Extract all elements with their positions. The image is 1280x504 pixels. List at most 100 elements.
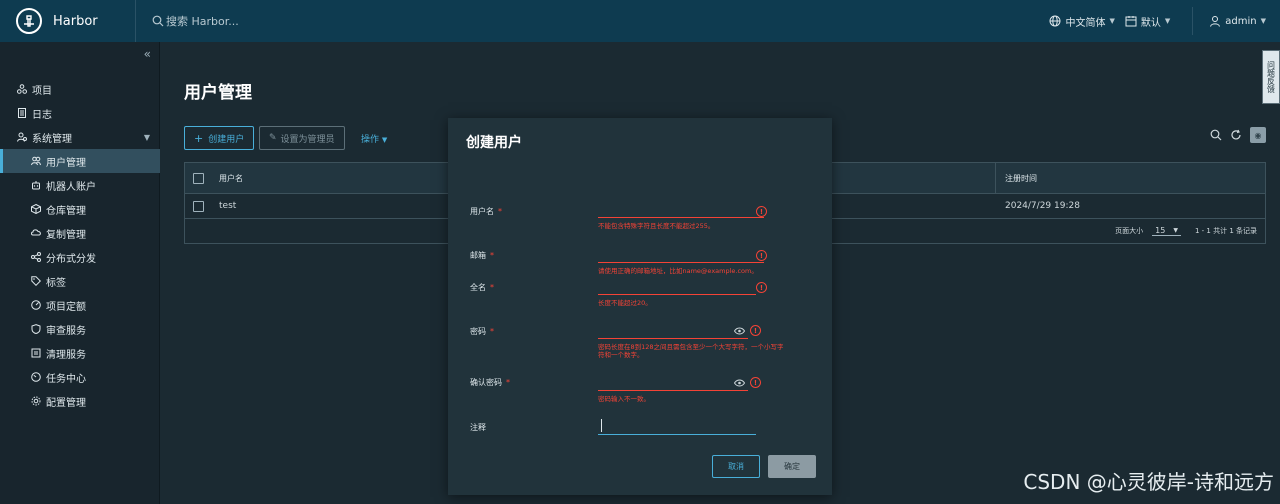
username: admin bbox=[1225, 15, 1257, 27]
select-all-checkbox[interactable] bbox=[193, 172, 204, 184]
email-input[interactable] bbox=[598, 262, 764, 263]
datetime-format-label: 默认 bbox=[1140, 17, 1161, 29]
shield-icon bbox=[31, 324, 41, 334]
sidebar-item-robot-accounts[interactable]: 机器人账户 bbox=[0, 173, 160, 197]
sidebar-item-interrogation-services[interactable]: 审查服务 bbox=[0, 317, 160, 341]
sidebar: « 项目 日志 系统管理 ▼ 用户管理 机器人账户 仓库管理 复制管理 分布式分… bbox=[0, 42, 160, 504]
sidebar-item-label: 复制管理 bbox=[46, 229, 86, 241]
create-user-button[interactable]: + 创建用户 bbox=[184, 126, 255, 150]
set-admin-label: 设置为管理员 bbox=[280, 134, 335, 145]
show-password-icon[interactable] bbox=[734, 327, 745, 335]
sidebar-item-label: 系统管理 bbox=[32, 133, 72, 145]
sidebar-item-configuration[interactable]: 配置管理 bbox=[0, 389, 160, 413]
dialog-title: 创建用户 bbox=[466, 135, 522, 151]
sidebar-item-label: 任务中心 bbox=[46, 373, 86, 385]
chevron-down-icon: ▼ bbox=[1173, 227, 1178, 234]
tag-icon bbox=[31, 276, 41, 286]
error-icon: ! bbox=[756, 206, 767, 217]
text-cursor bbox=[601, 419, 602, 432]
robot-icon bbox=[32, 181, 40, 190]
pagination-summary: 1 - 1 共计 1 条记录 bbox=[1194, 227, 1257, 235]
actions-label: 操作 bbox=[361, 135, 380, 145]
page-size-value: 15 bbox=[1155, 226, 1166, 235]
page-size-label: 页面大小 bbox=[1115, 227, 1144, 235]
sidebar-item-projects[interactable]: 项目 bbox=[0, 77, 160, 101]
language-label: 中文简体 bbox=[1065, 17, 1106, 29]
error-icon: ! bbox=[750, 377, 761, 388]
sidebar-item-replications[interactable]: 复制管理 bbox=[0, 221, 160, 245]
sidebar-item-project-quotas[interactable]: 项目定额 bbox=[0, 293, 160, 317]
datetime-format-selector[interactable]: 默认 ▼ bbox=[1125, 14, 1170, 29]
projects-icon bbox=[17, 84, 27, 94]
chevron-down-icon: ▼ bbox=[1109, 17, 1115, 25]
header-divider bbox=[1192, 7, 1194, 35]
error-icon: ! bbox=[756, 250, 767, 261]
username-error: 不能包含特殊字符且长度不能超过255。 bbox=[598, 222, 715, 230]
column-username[interactable]: 用户名 bbox=[219, 173, 243, 184]
sidebar-item-label: 机器人账户 bbox=[46, 181, 96, 193]
password-label: 密码 * bbox=[470, 327, 494, 336]
user-menu[interactable]: admin ▼ bbox=[1209, 15, 1266, 27]
sidebar-item-label: 标签 bbox=[46, 277, 66, 289]
error-icon: ! bbox=[750, 325, 761, 336]
sidebar-item-users[interactable]: 用户管理 bbox=[0, 149, 160, 173]
confirm-password-label: 确认密码 * bbox=[470, 378, 510, 387]
language-selector[interactable]: 中文简体 ▼ bbox=[1049, 14, 1115, 29]
sidebar-item-clean-up[interactable]: 清理服务 bbox=[0, 341, 160, 365]
harbor-logo-icon bbox=[16, 8, 42, 34]
show-password-icon[interactable] bbox=[734, 379, 745, 387]
watermark: CSDN @心灵彼岸-诗和远方 bbox=[1023, 470, 1274, 494]
chevron-down-icon: ▼ bbox=[1260, 17, 1266, 25]
column-created[interactable]: 注册时间 bbox=[1005, 173, 1037, 184]
password-input[interactable] bbox=[598, 338, 748, 339]
column-divider bbox=[995, 163, 996, 194]
confirm-button[interactable]: 确定 bbox=[768, 455, 816, 478]
chevron-down-icon: ▼ bbox=[143, 132, 150, 142]
sidebar-item-label: 仓库管理 bbox=[46, 205, 86, 217]
page-size-select[interactable]: 15 ▼ bbox=[1152, 226, 1181, 236]
feedback-tab[interactable]: 问题反馈 bbox=[1262, 50, 1280, 104]
user-icon bbox=[1210, 16, 1221, 27]
username-label: 用户名 * bbox=[470, 207, 502, 216]
sidebar-item-label: 分布式分发 bbox=[46, 253, 96, 265]
refresh-icon[interactable] bbox=[1230, 129, 1242, 141]
username-input[interactable] bbox=[598, 217, 764, 218]
sidebar-item-label: 日志 bbox=[32, 109, 52, 121]
sidebar-item-job-service[interactable]: 任务中心 bbox=[0, 365, 160, 389]
comment-label: 注释 bbox=[470, 423, 486, 432]
collapse-sidebar-icon[interactable]: « bbox=[144, 47, 151, 61]
chevron-down-icon: ▼ bbox=[1164, 17, 1171, 25]
brand-logo[interactable]: Harbor bbox=[0, 0, 136, 42]
globe-icon bbox=[1049, 15, 1061, 27]
sidebar-item-admin[interactable]: 系统管理 ▼ bbox=[0, 125, 160, 149]
sidebar-item-label: 配置管理 bbox=[46, 397, 86, 409]
sidebar-item-registries[interactable]: 仓库管理 bbox=[0, 197, 160, 221]
confirm-password-input[interactable] bbox=[598, 390, 748, 391]
search-icon bbox=[152, 15, 164, 27]
comment-input[interactable] bbox=[598, 434, 756, 435]
sidebar-item-logs[interactable]: 日志 bbox=[0, 101, 160, 125]
global-search[interactable]: 搜索 Harbor... bbox=[152, 13, 239, 29]
search-placeholder: 搜索 Harbor... bbox=[166, 15, 239, 28]
sidebar-item-label: 项目 bbox=[32, 85, 52, 97]
cancel-button[interactable]: 取消 bbox=[712, 455, 760, 478]
confirm-password-error: 密码输入不一致。 bbox=[598, 395, 650, 403]
quota-icon bbox=[31, 300, 41, 310]
row-checkbox[interactable] bbox=[193, 200, 204, 212]
sidebar-item-distribution[interactable]: 分布式分发 bbox=[0, 245, 160, 269]
email-label: 邮箱 * bbox=[470, 251, 494, 260]
sidebar-item-labels[interactable]: 标签 bbox=[0, 269, 160, 293]
create-user-label: 创建用户 bbox=[208, 134, 245, 145]
avatar-icon[interactable]: ◉ bbox=[1250, 127, 1266, 143]
sidebar-item-label: 项目定额 bbox=[46, 301, 86, 313]
sidebar-item-label: 清理服务 bbox=[46, 349, 86, 361]
plus-icon: + bbox=[194, 131, 204, 145]
cell-created: 2024/7/29 19:28 bbox=[1005, 201, 1080, 211]
search-icon[interactable] bbox=[1210, 129, 1222, 141]
fullname-error: 长度不能超过20。 bbox=[598, 299, 652, 307]
fullname-input[interactable] bbox=[598, 294, 756, 295]
actions-dropdown[interactable]: 操作 ▼ bbox=[361, 132, 387, 145]
create-user-dialog: 创建用户 用户名 * ! 不能包含特殊字符且长度不能超过255。 邮箱 * ! 请使… bbox=[448, 118, 832, 495]
set-admin-button[interactable]: ✎ 设置为管理员 bbox=[259, 126, 345, 150]
chevron-down-icon: ▼ bbox=[381, 136, 388, 144]
